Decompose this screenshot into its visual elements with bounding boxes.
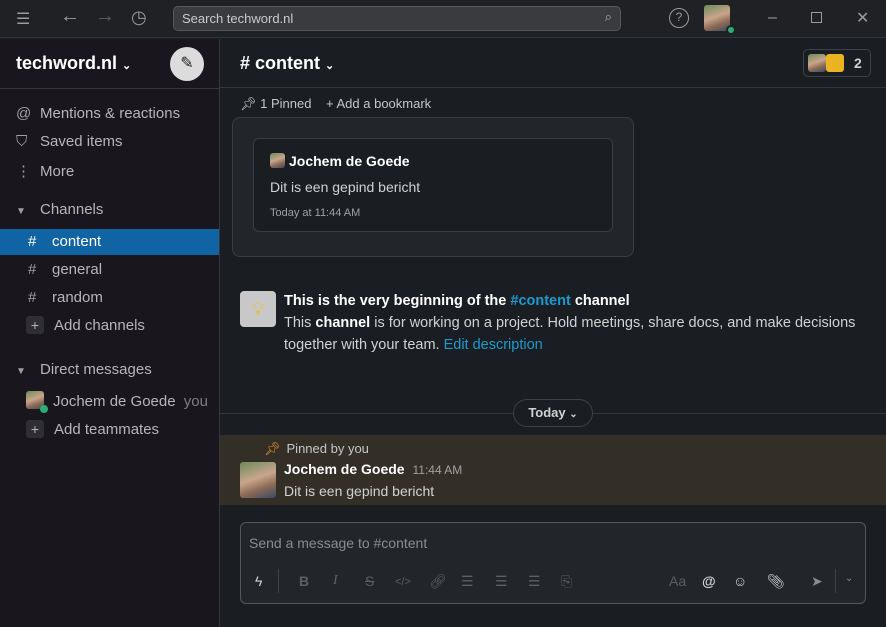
maximize-icon[interactable]: [811, 12, 822, 23]
sidebar-item-more[interactable]: ⋮ More: [0, 159, 219, 185]
online-status-icon: [40, 405, 48, 413]
send-icon[interactable]: ➤: [811, 573, 823, 590]
divider: [0, 88, 220, 89]
blockquote-icon[interactable]: ☰: [528, 573, 541, 590]
shortcuts-icon[interactable]: ϟ: [255, 573, 262, 589]
avatar[interactable]: [240, 462, 276, 498]
close-icon[interactable]: ✕: [856, 8, 869, 28]
caret-down-icon: ▼: [16, 206, 26, 217]
divider: [835, 569, 836, 593]
avatar: [808, 54, 826, 72]
compose-button[interactable]: ✎: [170, 47, 204, 81]
more-icon: ⋮: [16, 163, 31, 180]
channel-view: # content ⌄ 2 📌︎ 1 Pinned + Add a bookma…: [220, 39, 886, 627]
divider: [278, 569, 279, 593]
hash-icon: #: [28, 289, 37, 306]
sidebar-item-content[interactable]: # content: [0, 229, 219, 255]
message-composer: Send a message to #content ϟ B I S </> 🔗…: [240, 522, 866, 604]
back-arrow-icon[interactable]: ←: [60, 5, 80, 28]
strikethrough-icon[interactable]: S: [365, 573, 374, 589]
hash-icon: #: [28, 233, 37, 250]
message-input[interactable]: Send a message to #content: [249, 535, 849, 551]
emoji-icon[interactable]: ☺: [733, 573, 747, 589]
chevron-down-icon: ⌄: [325, 60, 335, 72]
caret-down-icon: ▼: [16, 366, 26, 377]
pin-icon: 📌︎: [240, 96, 257, 111]
at-icon: @: [16, 105, 32, 122]
avatar: [826, 54, 844, 72]
link-icon[interactable]: 🔗︎: [429, 573, 447, 590]
hash-icon: #: [28, 261, 37, 278]
lightbulb-icon: 💡︎: [240, 291, 276, 327]
attachment-icon[interactable]: 📎︎: [767, 573, 785, 590]
plus-icon: +: [326, 96, 334, 111]
channel-intro: This is the very beginning of the #conte…: [284, 293, 856, 353]
add-teammates-button[interactable]: + Add teammates: [0, 417, 219, 443]
sidebar-item-mentions[interactable]: @ Mentions & reactions: [0, 101, 219, 127]
history-icon[interactable]: ◷: [131, 7, 147, 28]
sidebar-item-random[interactable]: # random: [0, 285, 219, 311]
sidebar-item-general[interactable]: # general: [0, 257, 219, 283]
channels-section-header[interactable]: ▼ Channels: [0, 197, 219, 223]
pin-icon: 📌︎: [264, 441, 281, 456]
message-row[interactable]: 📌︎ Pinned by you Jochem de Goede 11:44 AM…: [220, 435, 886, 505]
pinned-message-card[interactable]: Jochem de Goede Dit is een gepind berich…: [253, 138, 613, 232]
plus-icon: +: [26, 420, 44, 438]
compose-icon: ✎: [180, 55, 194, 72]
help-icon[interactable]: ?: [669, 8, 689, 28]
plus-icon: +: [26, 316, 44, 334]
workspace-name[interactable]: techword.nl ⌄: [16, 53, 131, 74]
channel-link[interactable]: #content: [510, 293, 570, 309]
code-block-icon[interactable]: ⎘: [561, 573, 572, 590]
ordered-list-icon[interactable]: ☰: [461, 573, 474, 590]
add-channels-button[interactable]: + Add channels: [0, 313, 219, 339]
formatting-icon[interactable]: Aa: [669, 573, 686, 589]
bulleted-list-icon[interactable]: ☰: [495, 573, 508, 590]
menu-icon[interactable]: ☰: [16, 9, 30, 29]
channel-header: # content ⌄ 2: [220, 39, 886, 88]
search-icon: ⌕: [604, 9, 612, 24]
message-author[interactable]: Jochem de Goede: [284, 461, 405, 477]
chevron-down-icon: ⌄: [122, 60, 132, 72]
chevron-down-icon: ⌄: [569, 409, 578, 420]
title-bar: ☰ ← → ◷ Search techword.nl ⌕ ? – ✕: [0, 0, 886, 38]
search-input[interactable]: Search techword.nl ⌕: [173, 6, 621, 31]
bold-icon[interactable]: B: [299, 573, 309, 589]
italic-icon[interactable]: I: [333, 573, 338, 589]
edit-description-link[interactable]: Edit description: [444, 337, 543, 353]
sidebar: techword.nl ⌄ ✎ @ Mentions & reactions ⛉ S…: [0, 39, 220, 627]
bookmark-bar: 📌︎ 1 Pinned + Add a bookmark: [220, 88, 886, 118]
add-bookmark-button[interactable]: + Add a bookmark: [326, 96, 431, 111]
date-jump-button[interactable]: Today ⌄: [513, 399, 593, 427]
bookmark-icon: ⛉: [16, 133, 28, 150]
members-button[interactable]: 2: [803, 49, 871, 77]
avatar: [270, 153, 285, 168]
mention-icon[interactable]: @: [702, 573, 716, 589]
sidebar-item-saved[interactable]: ⛉ Saved items: [0, 129, 219, 155]
online-status-icon: [726, 25, 736, 35]
dm-item-jochem[interactable]: Jochem de Goede you: [0, 389, 219, 415]
minimize-icon[interactable]: –: [768, 9, 777, 27]
send-options-chevron-icon[interactable]: ⌄: [845, 573, 853, 584]
forward-arrow-icon[interactable]: →: [95, 5, 115, 28]
code-icon[interactable]: </>: [395, 576, 411, 588]
channel-name-button[interactable]: # content ⌄: [240, 53, 334, 74]
dm-section-header[interactable]: ▼ Direct messages: [0, 357, 219, 383]
pinned-popup: Jochem de Goede Dit is een gepind berich…: [232, 117, 634, 257]
pinned-button[interactable]: 📌︎ 1 Pinned: [240, 96, 311, 112]
